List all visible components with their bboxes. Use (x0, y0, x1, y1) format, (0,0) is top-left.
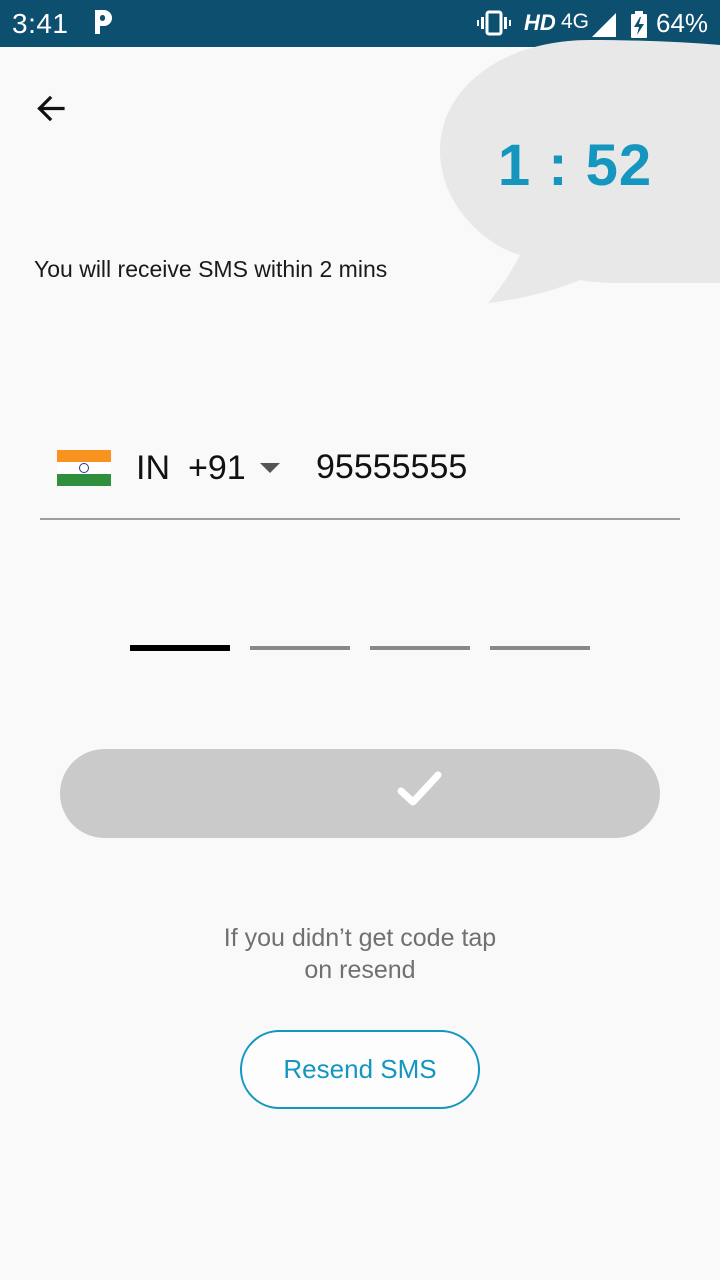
network-label: 4G (561, 10, 590, 33)
phone-input-underline (40, 518, 680, 520)
country-code: IN (136, 448, 170, 487)
resend-sms-button[interactable]: Resend SMS (240, 1030, 480, 1109)
status-time: 3:41 (12, 8, 69, 39)
india-flag-icon (57, 450, 111, 486)
dropdown-arrow-icon (259, 463, 280, 473)
arrow-left-icon (37, 95, 65, 122)
otp-slot-3[interactable] (370, 646, 470, 650)
dial-code: +91 (188, 448, 246, 487)
phone-number-input[interactable] (316, 448, 646, 487)
resend-hint-line-1: If you didn’t get code tap (223, 924, 497, 952)
p-icon (91, 8, 115, 41)
battery-percent: 64% (656, 8, 709, 38)
country-code-selector[interactable]: IN +91 (136, 448, 280, 488)
resend-hint-text: If you didn’t get code tap on resend (160, 922, 560, 986)
vibrate-icon (477, 10, 511, 41)
back-button[interactable] (30, 88, 72, 130)
otp-slot-1[interactable] (130, 645, 230, 651)
resend-hint-line-2: on resend (304, 956, 416, 984)
signal-icon (592, 13, 616, 42)
countdown-timer: 1 : 52 (497, 133, 653, 198)
check-icon (397, 769, 443, 814)
phone-number-row: IN +91 (40, 430, 680, 520)
confirm-button[interactable] (60, 749, 660, 838)
otp-slot-2[interactable] (250, 646, 350, 650)
hd-label: HD (524, 10, 556, 35)
sms-info-text: You will receive SMS within 2 mins (34, 256, 388, 282)
otp-slot-4[interactable] (490, 646, 590, 650)
